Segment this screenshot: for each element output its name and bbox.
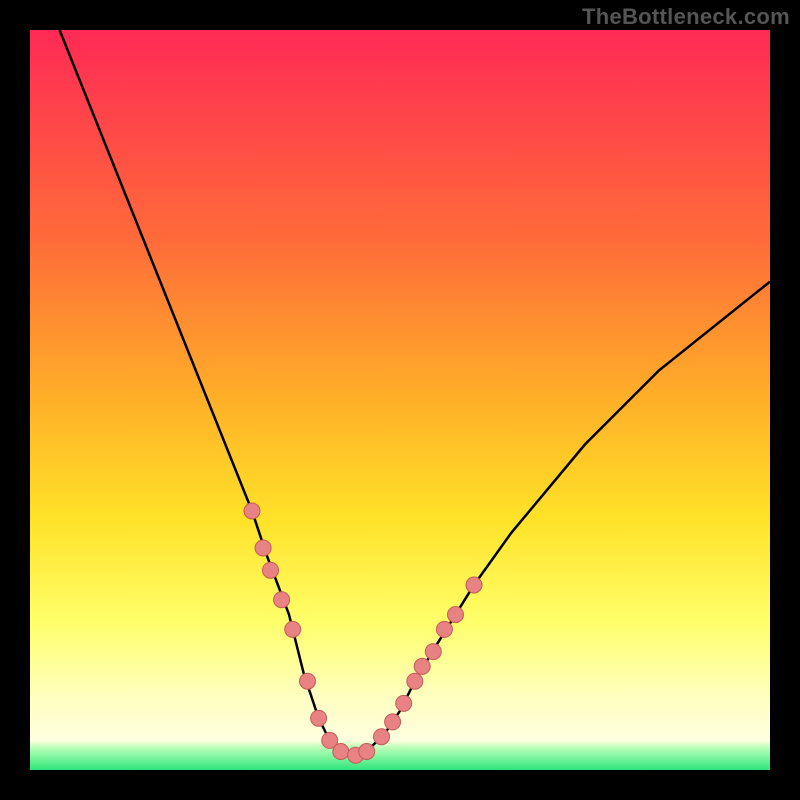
data-marker <box>263 562 279 578</box>
data-marker <box>436 621 452 637</box>
data-marker <box>374 729 390 745</box>
data-marker <box>396 695 412 711</box>
plot-area <box>30 30 770 770</box>
data-marker <box>385 714 401 730</box>
data-marker <box>466 577 482 593</box>
data-marker <box>407 673 423 689</box>
data-marker <box>425 644 441 660</box>
data-marker <box>300 673 316 689</box>
data-marker <box>414 658 430 674</box>
gradient-background <box>30 30 770 770</box>
data-marker <box>333 744 349 760</box>
data-marker <box>255 540 271 556</box>
chart-frame: TheBottleneck.com <box>0 0 800 800</box>
data-marker <box>359 744 375 760</box>
data-marker <box>311 710 327 726</box>
data-marker <box>274 592 290 608</box>
chart-svg <box>30 30 770 770</box>
data-marker <box>244 503 260 519</box>
attribution-text: TheBottleneck.com <box>582 4 790 30</box>
data-marker <box>285 621 301 637</box>
data-marker <box>448 607 464 623</box>
